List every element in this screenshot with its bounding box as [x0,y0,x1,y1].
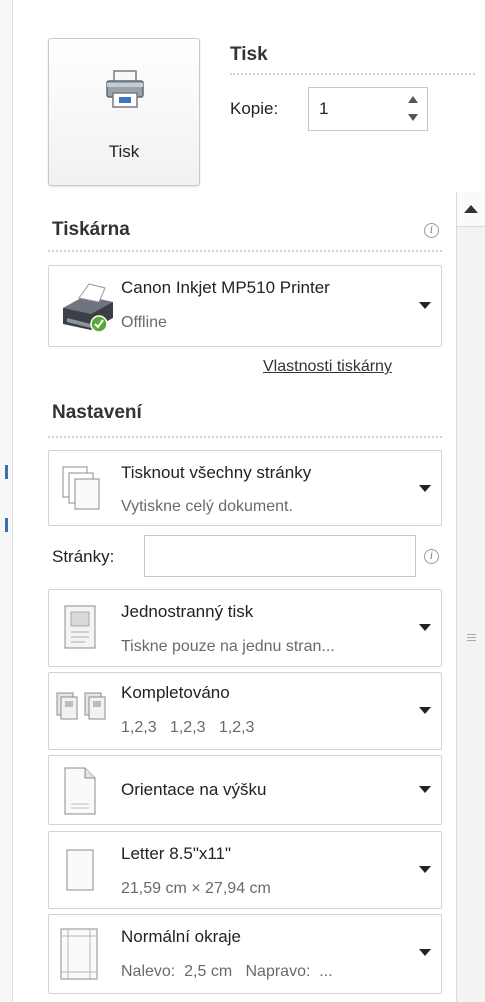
left-marker [5,465,8,479]
divider [230,73,475,75]
paper-size-icon [66,849,94,891]
pages-icon [62,466,100,510]
sides-title: Jednostranný tisk [121,602,254,621]
printer-dropdown[interactable]: Canon Inkjet MP510 Printer Offline [48,265,442,347]
info-icon[interactable]: i [424,549,439,564]
printer-properties-link[interactable]: Vlastnosti tiskárny [263,358,392,376]
orientation-title: Orientace na výšku [121,780,267,799]
printer-section-title: Tiskárna [52,219,130,240]
settings-section-title: Nastavení [52,402,142,423]
copies-label: Kopie: [230,99,279,118]
dropdown-arrow-icon [419,707,431,714]
dropdown-arrow-icon [419,302,431,309]
scroll-up-icon[interactable] [457,192,485,227]
divider [48,250,442,252]
dropdown-arrow-icon [419,624,431,631]
collation-subtitle: 1,2,3 1,2,3 1,2,3 [121,719,255,736]
collation-title: Kompletováno [121,683,230,702]
print-section-title: Tisk [230,44,268,65]
sides-dropdown[interactable]: Jednostranný tisk Tiskne pouze na jednu … [48,589,442,667]
printer-icon [106,70,144,108]
sides-subtitle: Tiskne pouze na jednu stran... [121,638,335,655]
left-marker [5,518,8,532]
print-range-subtitle: Vytiskne celý dokument. [121,498,293,515]
decrement-icon[interactable] [408,114,418,121]
copies-stepper[interactable] [308,87,428,131]
dropdown-arrow-icon [419,485,431,492]
print-range-title: Tisknout všechny stránky [121,463,312,482]
pages-input[interactable] [144,535,416,577]
paper-size-subtitle: 21,59 cm × 27,94 cm [121,880,271,897]
printer-status: Offline [121,314,167,331]
orientation-dropdown[interactable]: Orientace na výšku [48,755,442,825]
dropdown-arrow-icon [419,866,431,873]
portrait-icon [64,767,96,815]
scroll-thumb-grip[interactable] [467,634,476,643]
copies-spinner[interactable] [405,92,421,126]
margins-subtitle: Nalevo: 2,5 cm Napravo: ... [121,963,333,980]
divider [48,436,442,438]
scrollbar[interactable] [456,192,485,1002]
print-range-dropdown[interactable]: Tisknout všechny stránky Vytiskne celý d… [48,450,442,526]
copies-input[interactable] [317,94,391,124]
paper-size-title: Letter 8.5"x11" [121,844,232,863]
print-button-label: Tisk [108,142,140,161]
dropdown-arrow-icon [419,786,431,793]
print-button[interactable]: Tisk [48,38,200,186]
dropdown-arrow-icon [419,949,431,956]
left-panel-edge [0,0,13,1002]
collation-dropdown[interactable]: Kompletováno 1,2,3 1,2,3 1,2,3 [48,672,442,750]
single-sided-icon [64,605,96,649]
printer-name: Canon Inkjet MP510 Printer [121,278,330,297]
collated-icon [56,692,106,720]
margins-title: Normální okraje [121,927,241,946]
paper-size-dropdown[interactable]: Letter 8.5"x11" 21,59 cm × 27,94 cm [48,831,442,909]
pages-label: Stránky: [52,547,115,566]
margins-dropdown[interactable]: Normální okraje Nalevo: 2,5 cm Napravo: … [48,914,442,994]
printer-icon [63,283,113,333]
margins-icon [60,928,98,980]
increment-icon[interactable] [408,96,418,103]
info-icon[interactable]: i [424,223,439,238]
